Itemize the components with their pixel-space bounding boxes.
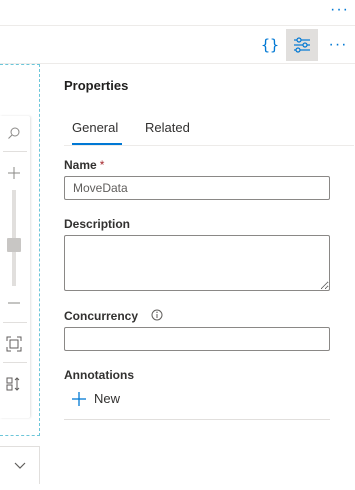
- new-annotation-button[interactable]: New: [72, 391, 120, 406]
- fit-to-screen-icon: [6, 336, 22, 352]
- toolbar: {} ···: [0, 26, 355, 64]
- more-options-icon[interactable]: ···: [330, 2, 349, 18]
- name-label-text: Name: [64, 158, 97, 172]
- zoom-slider-thumb[interactable]: [7, 238, 21, 252]
- annotations-label: Annotations: [64, 368, 134, 382]
- concurrency-field[interactable]: [64, 327, 330, 351]
- auto-align-button[interactable]: [2, 372, 26, 396]
- chevron-down-icon: [14, 462, 25, 469]
- toolbar-more-button[interactable]: ···: [322, 29, 354, 61]
- description-field[interactable]: [64, 235, 330, 291]
- divider: [3, 322, 27, 323]
- top-bar: ···: [0, 0, 355, 26]
- tabs-divider: [64, 145, 354, 146]
- code-view-button[interactable]: {}: [254, 29, 286, 61]
- canvas-search-button[interactable]: [2, 121, 26, 145]
- auto-align-icon: [6, 377, 20, 391]
- zoom-in-button[interactable]: [2, 161, 26, 185]
- more-horizontal-icon: ···: [328, 36, 348, 53]
- collapse-panel-button[interactable]: [0, 446, 40, 484]
- fit-to-screen-button[interactable]: [2, 332, 26, 356]
- new-annotation-label: New: [94, 391, 121, 406]
- properties-panel: Properties General Related Name* Descrip…: [40, 64, 355, 490]
- tab-related[interactable]: Related: [145, 120, 190, 135]
- concurrency-label: Concurrency: [64, 309, 139, 323]
- code-braces-icon: {}: [260, 36, 280, 54]
- name-field[interactable]: [64, 176, 330, 200]
- properties-toggle-button[interactable]: [286, 29, 318, 61]
- annotations-divider: [64, 419, 330, 420]
- plus-icon: [72, 391, 86, 406]
- properties-title: Properties: [64, 78, 129, 93]
- zoom-in-icon: [8, 167, 20, 179]
- description-label: Description: [64, 217, 131, 231]
- divider: [3, 151, 27, 152]
- zoom-out-icon: [8, 302, 20, 304]
- zoom-out-button[interactable]: [2, 291, 26, 315]
- required-mark: *: [99, 158, 105, 172]
- divider: [3, 362, 27, 363]
- info-icon[interactable]: [151, 309, 163, 321]
- name-label: Name *: [64, 158, 104, 172]
- tab-general[interactable]: General: [72, 120, 118, 135]
- search-icon: [8, 127, 20, 139]
- properties-sliders-icon: [294, 37, 310, 53]
